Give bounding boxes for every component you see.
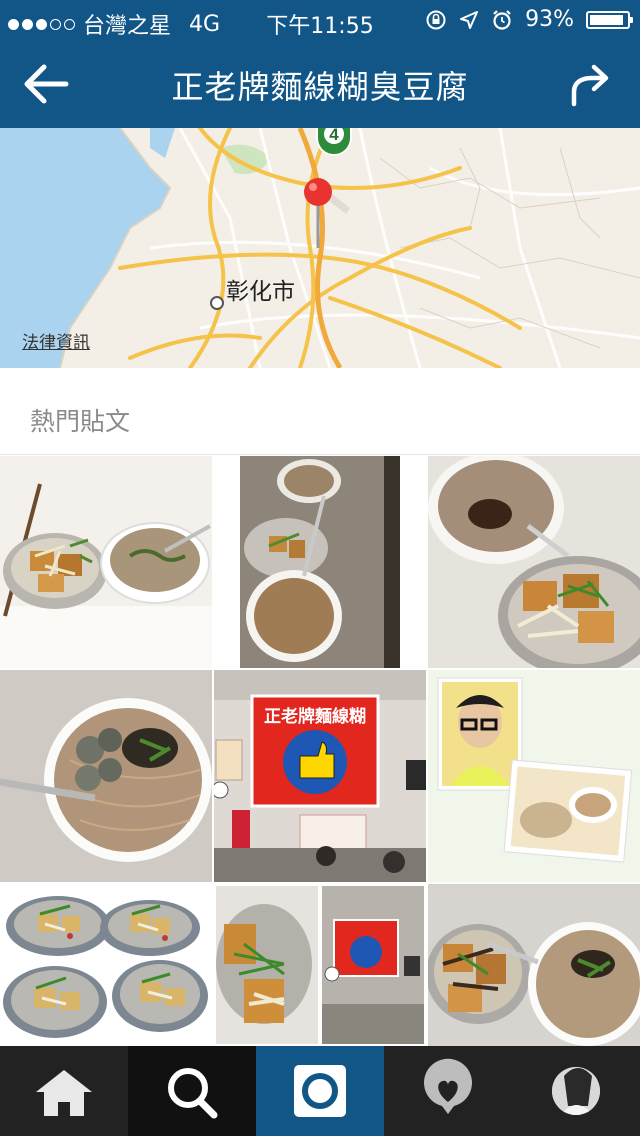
post-thumbnail[interactable]	[428, 456, 640, 668]
search-icon	[168, 1068, 218, 1119]
post-thumbnail[interactable]	[428, 884, 640, 1046]
divider	[0, 454, 640, 455]
status-right: 93%	[425, 7, 633, 32]
location-arrow-icon	[460, 10, 479, 29]
post-thumbnail[interactable]: 正老牌麵線糊	[214, 670, 426, 882]
post-thumbnail[interactable]	[0, 456, 212, 668]
alarm-icon	[493, 9, 511, 30]
shop-sign-text: 正老牌麵線糊	[264, 706, 366, 727]
route-number: 4	[329, 128, 339, 144]
camera-icon	[294, 1065, 346, 1117]
map-city-label: 彰化市	[226, 279, 295, 305]
home-icon	[36, 1070, 92, 1116]
map-canvas: 4	[0, 128, 640, 368]
tab-activity[interactable]	[384, 1046, 512, 1136]
tab-profile[interactable]	[512, 1046, 640, 1136]
activity-heart-icon	[424, 1058, 472, 1114]
page-title: 正老牌麵線糊臭豆腐	[171, 68, 469, 106]
tab-camera[interactable]	[256, 1046, 384, 1136]
popular-posts-grid: 正老牌麵線糊	[0, 456, 640, 1046]
tab-search[interactable]	[128, 1046, 256, 1136]
location-map[interactable]: 4 彰化市 法律資訊	[0, 128, 640, 368]
post-thumbnail[interactable]	[214, 884, 426, 1046]
share-arrow-icon[interactable]	[570, 60, 612, 108]
tab-home[interactable]	[0, 1046, 128, 1136]
post-thumbnail[interactable]	[214, 456, 426, 668]
tab-bar	[0, 1046, 640, 1136]
profile-avatar	[552, 1067, 600, 1115]
orientation-lock-icon	[426, 10, 446, 29]
battery-icon	[586, 10, 633, 29]
battery-percent: 93%	[525, 7, 574, 32]
post-thumbnail[interactable]	[428, 670, 640, 882]
post-thumbnail[interactable]	[0, 884, 212, 1046]
section-title: 熱門貼文	[30, 407, 131, 436]
post-thumbnail[interactable]	[0, 670, 212, 882]
legal-link[interactable]: 法律資訊	[22, 328, 90, 353]
navigation-bar: 正老牌麵線糊臭豆腐	[0, 40, 640, 128]
status-bar: 台灣之星 4G 下午11:55 93%	[0, 0, 640, 40]
